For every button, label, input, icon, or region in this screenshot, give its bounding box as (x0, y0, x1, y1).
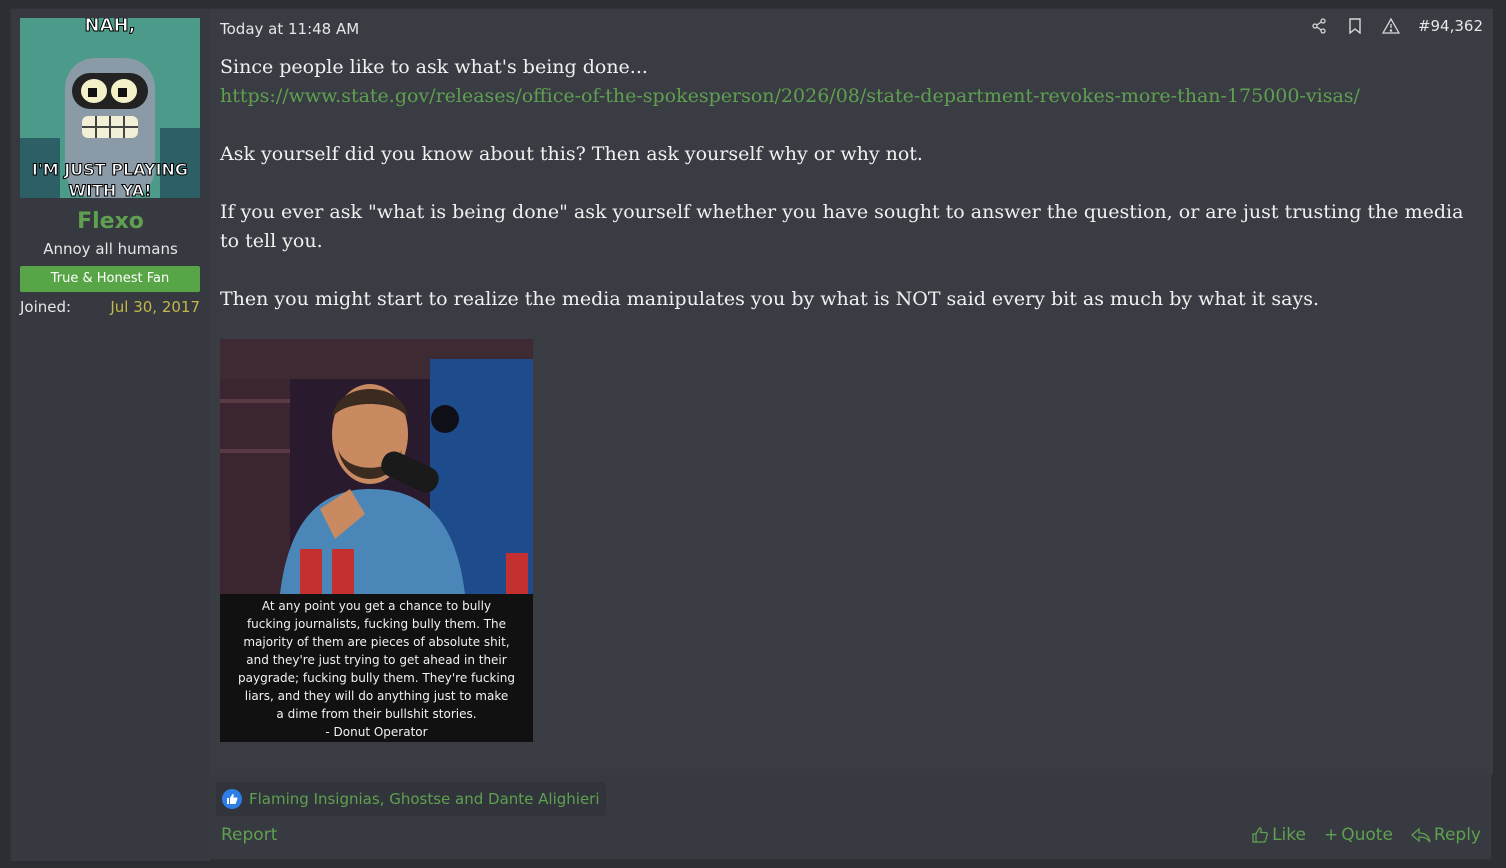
thumbs-up-outline-icon (1252, 827, 1268, 843)
post-timestamp[interactable]: Today at 11:48 AM (220, 20, 359, 38)
post-line-1: Since people like to ask what's being do… (220, 56, 648, 78)
post-paragraph-2: Ask yourself did you know about this? Th… (220, 143, 923, 165)
joined-date: Jul 30, 2017 (110, 298, 200, 316)
post-paragraph-3: If you ever ask "what is being done" ask… (220, 201, 1464, 252)
user-column: NAH, I'M JUST PLAYING WITH YA! Flexo Ann… (11, 9, 210, 861)
caption-line: - Donut Operator (325, 725, 428, 739)
svg-text:WITH YA!: WITH YA! (68, 181, 151, 198)
post-paragraph-4: Then you might start to realize the medi… (220, 288, 1319, 310)
post-main: Today at 11:48 AM #94,362 Since people l… (210, 9, 1493, 775)
caption-line: paygrade; fucking bully them. They're fu… (238, 671, 515, 685)
post-image[interactable]: At any point you get a chance to bully f… (220, 339, 533, 742)
post-body: Since people like to ask what's being do… (220, 53, 1470, 314)
reply-label: Reply (1433, 825, 1481, 845)
reactions-bar[interactable]: Flaming Insignias, Ghostse and Dante Ali… (216, 782, 606, 816)
quote-label: Quote (1341, 825, 1393, 845)
post-link[interactable]: https://www.state.gov/releases/office-of… (220, 85, 1360, 107)
like-label: Like (1272, 825, 1306, 845)
bookmark-icon[interactable] (1346, 17, 1364, 35)
image-caption: At any point you get a chance to bully f… (220, 594, 533, 742)
share-icon[interactable] (1310, 17, 1328, 35)
reactions-names[interactable]: Flaming Insignias, Ghostse and Dante Ali… (249, 790, 600, 808)
caption-line: majority of them are pieces of absolute … (243, 635, 510, 649)
caption-line: At any point you get a chance to bully (261, 599, 492, 613)
reply-icon (1410, 827, 1431, 843)
avatar[interactable]: NAH, I'M JUST PLAYING WITH YA! (20, 18, 200, 198)
forum-post: NAH, I'M JUST PLAYING WITH YA! Flexo Ann… (10, 8, 1493, 861)
joined-row: Joined: Jul 30, 2017 (20, 298, 200, 316)
quote-button[interactable]: + Quote (1324, 825, 1393, 845)
warning-icon[interactable] (1381, 17, 1400, 35)
caption-line: fucking journalists, fucking bully them.… (246, 617, 507, 631)
photo-podcaster (220, 339, 533, 594)
post-meta-actions: #94,362 (1310, 17, 1483, 35)
user-title: Annoy all humans (43, 240, 178, 258)
like-button[interactable]: Like (1251, 825, 1306, 845)
svg-text:I'M JUST PLAYING: I'M JUST PLAYING (32, 160, 188, 179)
report-link[interactable]: Report (221, 825, 277, 845)
joined-label: Joined: (20, 298, 72, 316)
caption-line: a dime from their bullshit stories. (276, 707, 477, 721)
username[interactable]: Flexo (11, 209, 210, 234)
thumbs-up-icon (222, 789, 242, 809)
post-number[interactable]: #94,362 (1418, 17, 1483, 35)
user-banner: True & Honest Fan (20, 266, 200, 292)
reply-button[interactable]: Reply (1410, 825, 1481, 845)
post-actions: Like + Quote Reply (1251, 825, 1481, 845)
caption-line: liars, and they will do anything just to… (244, 689, 509, 703)
caption-line: and they're just trying to get ahead in … (246, 653, 507, 667)
plus-icon: + (1323, 825, 1339, 845)
avatar-top-text: NAH, (85, 18, 136, 36)
